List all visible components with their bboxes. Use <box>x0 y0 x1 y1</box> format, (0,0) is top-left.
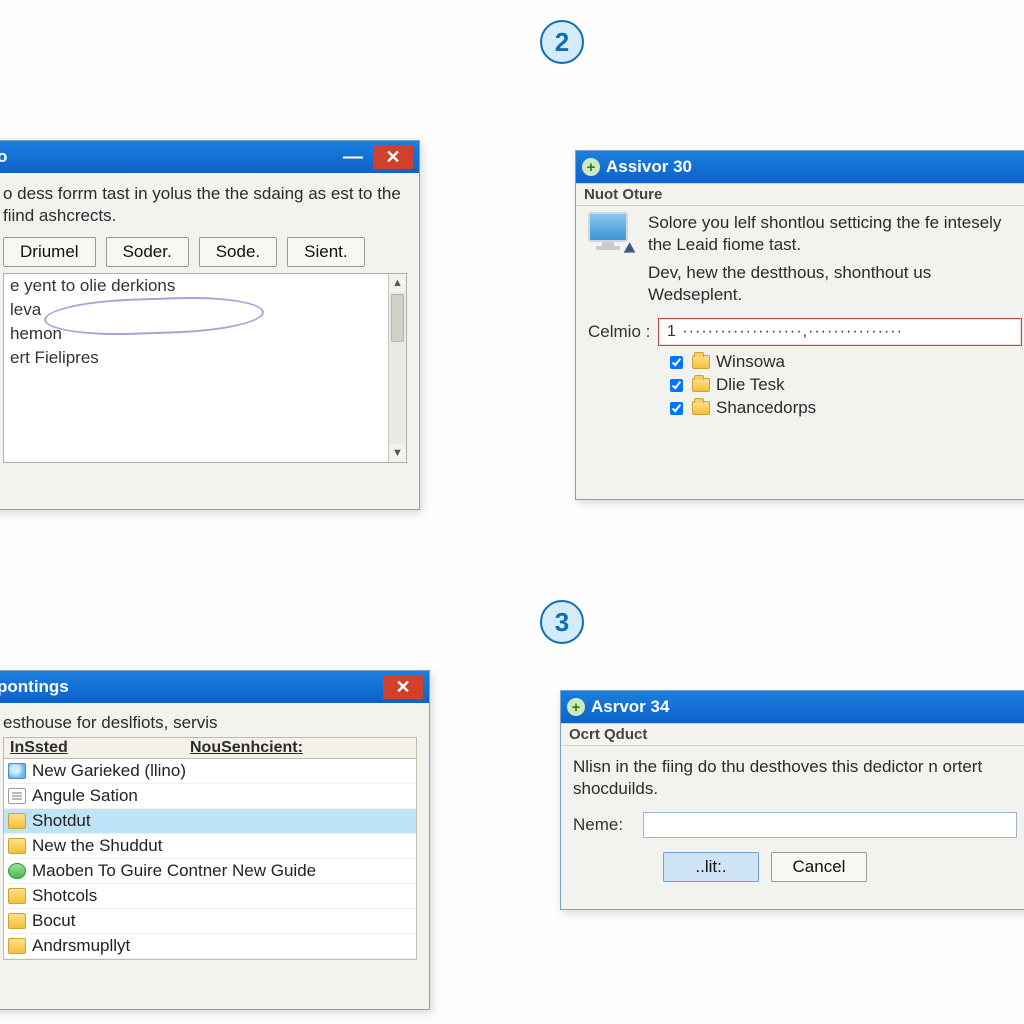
list-item[interactable]: New the Shuddut <box>4 834 416 859</box>
window-1: o — ✕ o dess forrm tast in yolus the the… <box>0 140 420 510</box>
window-4-title: Asrvor 34 <box>591 697 1023 717</box>
window-3: pontings ✕ esthouse for deslfiots, servi… <box>0 670 430 1010</box>
list-item[interactable]: Maoben To Guire Contner New Guide <box>4 859 416 884</box>
folder-icon <box>8 888 26 904</box>
window-2-paragraph-2: Dev, hew the destthous, shonthout us Wed… <box>648 262 1022 306</box>
scroll-up-icon[interactable]: ▲ <box>389 274 406 292</box>
window-2-paragraph-1: Solore you lelf shontlou setticing the f… <box>648 212 1022 256</box>
window-2: + Assivor 30 Nuot Oture Solore you lelf … <box>575 150 1024 500</box>
scrollbar[interactable]: ▲ ▼ <box>388 274 406 462</box>
minimize-button[interactable]: — <box>337 145 369 169</box>
name-label: Neme: <box>573 815 643 835</box>
window-4: + Asrvor 34 Ocrt Qduct Nlisn in the fiin… <box>560 690 1024 910</box>
ok-button[interactable]: ..lit:. <box>663 852 759 882</box>
checkbox-label: Dlie Tesk <box>716 375 785 395</box>
window-2-title: Assivor 30 <box>606 157 1024 177</box>
close-button[interactable]: ✕ <box>383 675 423 699</box>
checkbox-winsowa[interactable]: Winsowa <box>666 352 1022 372</box>
green-circle-icon <box>8 863 26 879</box>
column-header-nousenhcient[interactable]: NouSenhcient: <box>190 739 410 757</box>
window-3-titlebar: pontings ✕ <box>0 671 429 703</box>
plus-icon: + <box>582 158 600 176</box>
list-item-label: Shotcols <box>32 886 97 906</box>
button-driumel[interactable]: Driumel <box>3 237 96 267</box>
plus-icon: + <box>567 698 585 716</box>
name-input[interactable] <box>643 812 1017 838</box>
folder-icon <box>692 401 710 415</box>
step-badge-3: 3 <box>540 600 584 644</box>
window-4-subheader: Ocrt Qduct <box>561 723 1024 746</box>
folder-icon <box>8 813 26 829</box>
list-item[interactable]: Andrsmupllyt <box>4 934 416 959</box>
cancel-button[interactable]: Cancel <box>771 852 867 882</box>
globe-icon <box>8 763 26 779</box>
window-1-title: o <box>0 147 337 167</box>
column-headers: InSsted NouSenhcient: <box>3 737 417 759</box>
list-item[interactable]: Bocut <box>4 909 416 934</box>
window-4-description: Nlisn in the fiing do thu desthoves this… <box>573 756 1017 800</box>
list-item[interactable]: Angule Sation <box>4 784 416 809</box>
window-1-description: o dess forrm tast in yolus the the sdain… <box>3 183 407 227</box>
list-item[interactable]: ert Fielipres <box>4 346 406 370</box>
window-3-description: esthouse for deslfiots, servis <box>3 713 417 733</box>
scroll-down-icon[interactable]: ▼ <box>389 444 406 462</box>
checkbox-input[interactable] <box>670 379 683 392</box>
list-item-label: Angule Sation <box>32 786 138 806</box>
checkbox-dlie-tesk[interactable]: Dlie Tesk <box>666 375 1022 395</box>
scroll-thumb[interactable] <box>391 294 404 342</box>
list-item-label: Maoben To Guire Contner New Guide <box>32 861 316 881</box>
checkbox-label: Shancedorps <box>716 398 816 418</box>
step-badge-2: 2 <box>540 20 584 64</box>
checkbox-input[interactable] <box>670 356 683 369</box>
close-button[interactable]: ✕ <box>373 145 413 169</box>
window-1-titlebar: o — ✕ <box>0 141 419 173</box>
list-item-selected[interactable]: Shotdut <box>4 809 416 834</box>
document-icon <box>8 788 26 804</box>
list-item-label: Shotdut <box>32 811 91 831</box>
folder-icon <box>8 913 26 929</box>
folder-icon <box>8 838 26 854</box>
list-item[interactable]: e yent to olie derkions <box>4 274 406 298</box>
window-3-title: pontings <box>0 677 379 697</box>
list-item-label: New the Shuddut <box>32 836 162 856</box>
window-2-subheader: Nuot Oture <box>576 183 1024 206</box>
list-item-label: New Garieked (llino) <box>32 761 186 781</box>
celmio-label: Celmio : <box>588 322 658 342</box>
list-item[interactable]: Shotcols <box>4 884 416 909</box>
window-4-titlebar: + Asrvor 34 <box>561 691 1024 723</box>
button-soder1[interactable]: Soder. <box>106 237 189 267</box>
folder-icon <box>8 938 26 954</box>
button-sient[interactable]: Sient. <box>287 237 364 267</box>
button-sode[interactable]: Sode. <box>199 237 277 267</box>
checkbox-shancedorps[interactable]: Shancedorps <box>666 398 1022 418</box>
monitor-arrow-icon <box>588 212 634 254</box>
list-item-label: Andrsmupllyt <box>32 936 130 956</box>
list-item-label: Bocut <box>32 911 75 931</box>
list-item[interactable]: New Garieked (llino) <box>4 759 416 784</box>
folder-icon <box>692 378 710 392</box>
file-list[interactable]: New Garieked (llino) Angule Sation Shotd… <box>3 759 417 960</box>
window-2-titlebar: + Assivor 30 <box>576 151 1024 183</box>
checkbox-input[interactable] <box>670 402 683 415</box>
folder-icon <box>692 355 710 369</box>
column-header-inssted[interactable]: InSsted <box>10 739 190 757</box>
window-1-listbox[interactable]: e yent to olie derkions leva hemon ert F… <box>3 273 407 463</box>
celmio-input[interactable] <box>658 318 1022 346</box>
checkbox-label: Winsowa <box>716 352 785 372</box>
